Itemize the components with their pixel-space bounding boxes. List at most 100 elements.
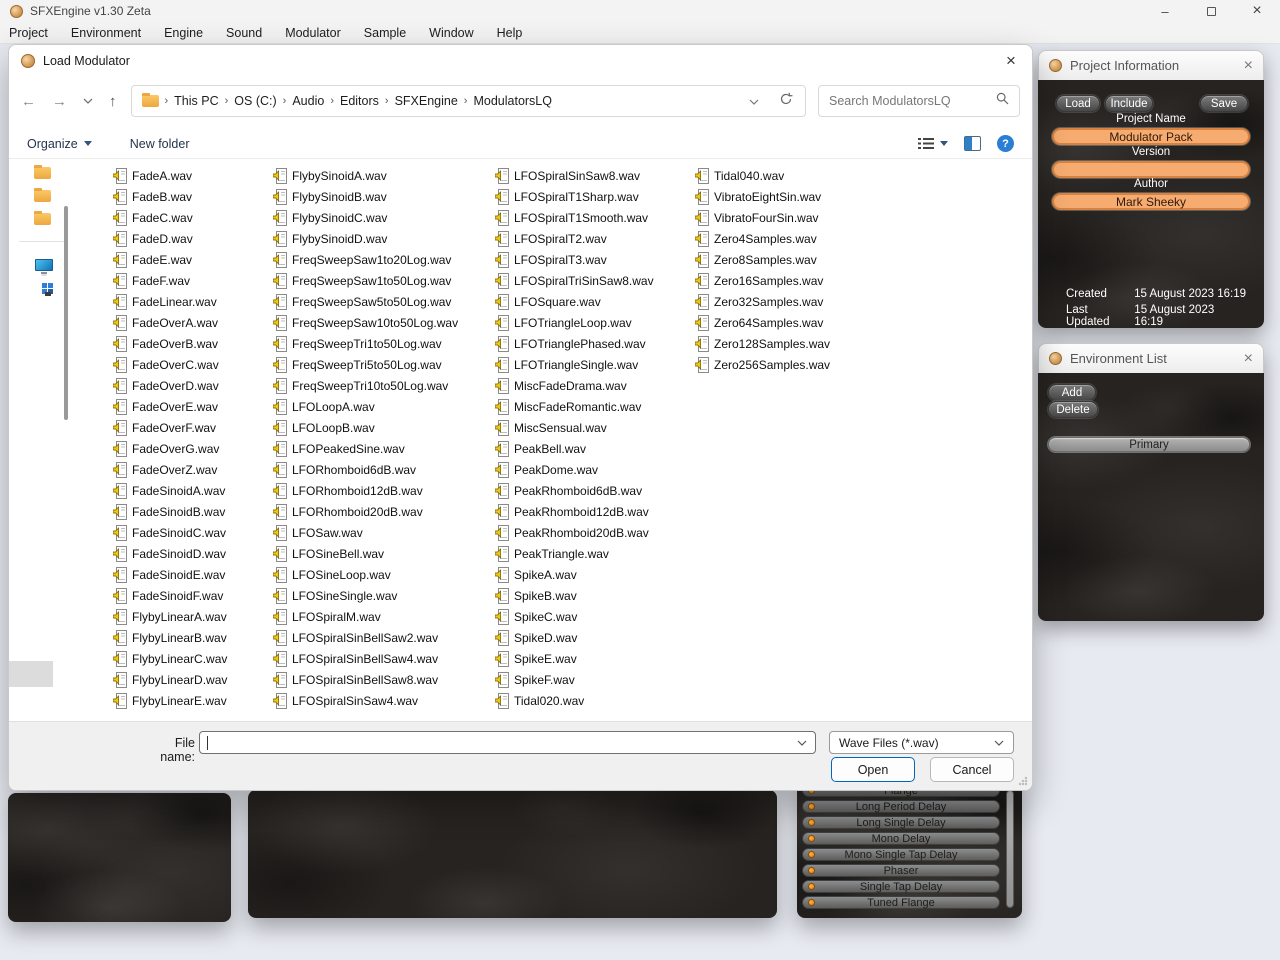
file-item[interactable]: LFOSpiralTriSinSaw8.wav [495, 270, 691, 291]
file-item[interactable]: FadeA.wav [113, 165, 269, 186]
file-item[interactable]: FadeLinear.wav [113, 291, 269, 312]
file-item[interactable]: FadeE.wav [113, 249, 269, 270]
file-item[interactable]: FadeOverE.wav [113, 396, 269, 417]
file-item[interactable]: LFOSineBell.wav [273, 543, 491, 564]
menu-engine[interactable]: Engine [164, 26, 203, 40]
open-button[interactable]: Open [831, 757, 915, 782]
view-mode-button[interactable] [918, 137, 948, 150]
file-item[interactable]: FadeOverB.wav [113, 333, 269, 354]
this-pc-icon[interactable] [35, 259, 53, 271]
file-item[interactable]: FadeF.wav [113, 270, 269, 291]
file-item[interactable]: FlybySinoidC.wav [273, 207, 491, 228]
file-item[interactable]: MiscFadeRomantic.wav [495, 396, 691, 417]
author-field[interactable]: Mark Sheeky [1052, 193, 1250, 210]
up-icon[interactable]: ↑ [109, 93, 117, 110]
minimize-button[interactable]: – [1142, 0, 1188, 22]
close-button[interactable]: × [1234, 0, 1280, 22]
resize-grip[interactable] [1018, 776, 1028, 786]
breadcrumb-item[interactable]: SFXEngine [392, 94, 461, 108]
file-item[interactable]: FadeB.wav [113, 186, 269, 207]
close-icon[interactable]: × [1244, 350, 1253, 368]
file-item[interactable]: FreqSweepTri5to50Log.wav [273, 354, 491, 375]
file-item[interactable]: LFOSpiralT2.wav [495, 228, 691, 249]
file-item[interactable]: LFOSpiralSinSaw8.wav [495, 165, 691, 186]
file-item[interactable]: FadeSinoidE.wav [113, 564, 269, 585]
file-item[interactable]: FadeOverD.wav [113, 375, 269, 396]
breadcrumb-item[interactable]: OS (C:) [231, 94, 279, 108]
file-item[interactable]: FadeD.wav [113, 228, 269, 249]
effect-item[interactable]: Phaser [802, 864, 1000, 877]
recent-locations-chevron-icon[interactable] [83, 98, 93, 104]
menu-project[interactable]: Project [9, 26, 48, 40]
file-item[interactable]: LFOSineSingle.wav [273, 585, 491, 606]
file-item[interactable]: SpikeA.wav [495, 564, 691, 585]
new-folder-button[interactable]: New folder [130, 137, 190, 151]
file-item[interactable]: FadeOverF.wav [113, 417, 269, 438]
file-item[interactable]: FlybyLinearE.wav [113, 690, 269, 711]
breadcrumb-item[interactable]: This PC [171, 94, 221, 108]
effect-item[interactable]: Long Single Delay [802, 816, 1000, 829]
include-button[interactable]: Include [1105, 95, 1153, 112]
file-item[interactable]: FadeC.wav [113, 207, 269, 228]
search-input[interactable]: Search ModulatorsLQ [818, 85, 1020, 117]
address-bar[interactable]: ›This PC›OS (C:)›Audio›Editors›SFXEngine… [131, 85, 807, 117]
file-item[interactable]: FadeSinoidD.wav [113, 543, 269, 564]
version-field[interactable] [1052, 161, 1250, 178]
file-item[interactable]: PeakRhomboid6dB.wav [495, 480, 691, 501]
effects-scrollbar[interactable] [1006, 790, 1014, 908]
file-item[interactable]: FreqSweepSaw5to50Log.wav [273, 291, 491, 312]
file-item[interactable]: FlybySinoidD.wav [273, 228, 491, 249]
file-item[interactable]: FlybyLinearC.wav [113, 648, 269, 669]
file-item[interactable]: LFOSpiralSinBellSaw4.wav [273, 648, 491, 669]
file-item[interactable]: LFOSpiralM.wav [273, 606, 491, 627]
restore-button[interactable] [1188, 0, 1234, 22]
environment-item-primary[interactable]: Primary [1048, 437, 1250, 452]
effect-item[interactable]: Mono Single Tap Delay [802, 848, 1000, 861]
file-item[interactable]: SpikeB.wav [495, 585, 691, 606]
file-item[interactable]: LFOSpiralT1Smooth.wav [495, 207, 691, 228]
file-item[interactable]: LFOSpiralSinBellSaw2.wav [273, 627, 491, 648]
menu-help[interactable]: Help [497, 26, 523, 40]
back-icon[interactable]: ← [21, 93, 36, 110]
file-item[interactable]: FadeSinoidB.wav [113, 501, 269, 522]
file-item[interactable]: MiscSensual.wav [495, 417, 691, 438]
breadcrumb-item[interactable]: Editors [337, 94, 382, 108]
file-item[interactable]: LFORhomboid20dB.wav [273, 501, 491, 522]
cancel-button[interactable]: Cancel [930, 757, 1014, 782]
network-icon[interactable] [42, 283, 53, 294]
file-item[interactable]: LFOPeakedSine.wav [273, 438, 491, 459]
save-button[interactable]: Save [1200, 95, 1248, 112]
file-item[interactable]: LFOTriangleLoop.wav [495, 312, 691, 333]
file-item[interactable]: LFOSpiralSinBellSaw8.wav [273, 669, 491, 690]
file-item[interactable]: LFORhomboid12dB.wav [273, 480, 491, 501]
panel-titlebar[interactable]: Environment List × [1038, 343, 1264, 373]
file-item[interactable]: LFOSpiralT1Sharp.wav [495, 186, 691, 207]
load-button[interactable]: Load [1056, 95, 1100, 112]
folder-icon[interactable] [34, 213, 51, 225]
file-item[interactable]: FadeOverC.wav [113, 354, 269, 375]
file-item[interactable]: Zero16Samples.wav [695, 270, 881, 291]
file-item[interactable]: FreqSweepSaw1to20Log.wav [273, 249, 491, 270]
file-item[interactable]: MiscFadeDrama.wav [495, 375, 691, 396]
folder-icon[interactable] [34, 167, 51, 179]
file-item[interactable]: FadeSinoidC.wav [113, 522, 269, 543]
menu-environment[interactable]: Environment [71, 26, 141, 40]
file-item[interactable]: FreqSweepSaw10to50Log.wav [273, 312, 491, 333]
preview-pane-icon[interactable] [964, 136, 981, 151]
breadcrumb-item[interactable]: Audio [289, 94, 327, 108]
file-item[interactable]: LFOSpiralSinSaw4.wav [273, 690, 491, 711]
file-item[interactable]: LFOSineLoop.wav [273, 564, 491, 585]
add-button[interactable]: Add [1048, 384, 1096, 401]
menu-sample[interactable]: Sample [364, 26, 406, 40]
file-item[interactable]: VibratoFourSin.wav [695, 207, 881, 228]
file-item[interactable]: FadeOverZ.wav [113, 459, 269, 480]
horizontal-scrollbar[interactable] [9, 661, 53, 687]
menu-sound[interactable]: Sound [226, 26, 262, 40]
file-item[interactable]: FlybyLinearD.wav [113, 669, 269, 690]
file-item[interactable]: Tidal020.wav [495, 690, 691, 711]
file-item[interactable]: Zero4Samples.wav [695, 228, 881, 249]
organize-button[interactable]: Organize [27, 137, 92, 151]
file-item[interactable]: SpikeE.wav [495, 648, 691, 669]
file-item[interactable]: SpikeF.wav [495, 669, 691, 690]
breadcrumb-item[interactable]: ModulatorsLQ [470, 94, 555, 108]
